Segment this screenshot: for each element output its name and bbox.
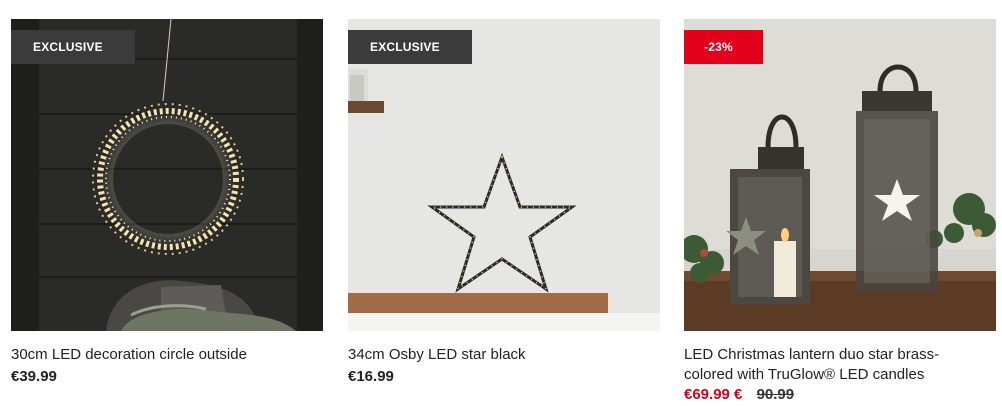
product-image[interactable]: EXCLUSIVE [11, 19, 323, 331]
product-image[interactable]: EXCLUSIVE [348, 19, 660, 331]
product-grid: EXCLUSIVE 30cm LED decoration circle out… [0, 0, 1002, 406]
price-row: €16.99 [348, 367, 660, 387]
sale-price: €69.99 € [684, 386, 743, 403]
product-price: €16.99 [348, 368, 394, 385]
star-photo [348, 19, 660, 331]
price-row: €39.99 [11, 367, 323, 387]
exclusive-badge: EXCLUSIVE [348, 30, 472, 64]
exclusive-badge: EXCLUSIVE [11, 30, 135, 64]
product-card[interactable]: EXCLUSIVE 30cm LED decoration circle out… [11, 19, 323, 387]
product-card[interactable]: EXCLUSIVE 34cm Osby LED star black €16.9… [348, 19, 660, 387]
product-title-line: LED Christmas lantern duo star brass- [684, 346, 940, 363]
product-price: €39.99 [11, 368, 57, 385]
wreath-photo [11, 19, 323, 331]
product-title[interactable]: 30cm LED decoration circle outside [11, 345, 323, 365]
product-title[interactable]: 34cm Osby LED star black [348, 345, 660, 365]
price-row: €69.99 € 90.99 [684, 385, 996, 405]
lantern-photo [684, 19, 996, 331]
discount-badge: -23% [684, 30, 763, 64]
product-title[interactable]: LED Christmas lantern duo star brass- co… [684, 345, 996, 385]
product-card[interactable]: -23% LED Christmas lantern duo star bras… [684, 19, 996, 405]
original-price: 90.99 [756, 386, 795, 403]
product-title-line: colored with TruGlow® LED candles [684, 366, 925, 383]
product-image[interactable]: -23% [684, 19, 996, 331]
